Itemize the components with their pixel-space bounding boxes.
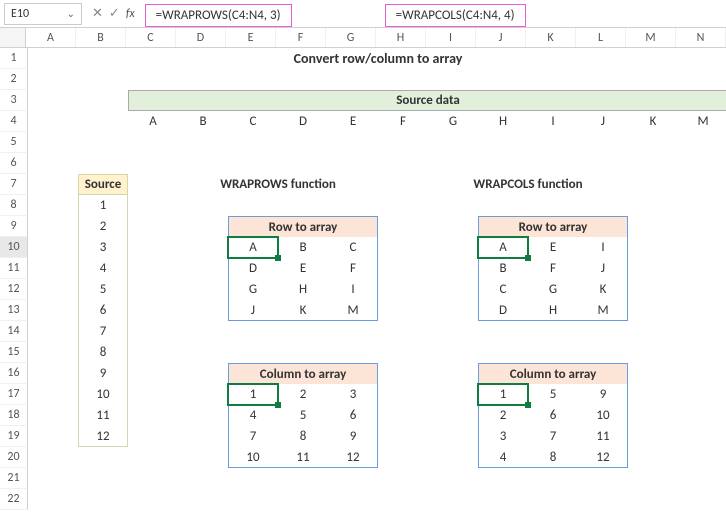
source-col-cell[interactable]: 11 — [78, 405, 128, 426]
row-header[interactable]: 20 — [0, 447, 28, 468]
row-header[interactable]: 13 — [0, 300, 28, 321]
source-col-cell[interactable]: 12 — [78, 426, 128, 447]
source-col-cell[interactable]: 7 — [78, 321, 128, 342]
name-box-value: E10 — [11, 7, 29, 21]
row-header[interactable]: 11 — [0, 258, 28, 279]
select-all-corner[interactable] — [0, 28, 26, 47]
source-row-cell[interactable]: I — [528, 111, 578, 132]
column-header[interactable]: E — [226, 28, 276, 47]
column-header[interactable]: I — [426, 28, 476, 47]
source-row-cell[interactable]: C — [228, 111, 278, 132]
sheet-area[interactable]: Convert row/column to array Source dataAB… — [28, 48, 726, 513]
active-cell[interactable] — [478, 384, 528, 405]
wrapcols-col-header: Column to array — [478, 363, 628, 384]
fx-icon[interactable]: fx — [126, 7, 135, 21]
spreadsheet-grid[interactable]: ABCDEFGHIJKLMN 1234567891011121314151617… — [0, 28, 726, 513]
row-header[interactable]: 5 — [0, 132, 28, 153]
column-header[interactable]: G — [326, 28, 376, 47]
source-row-cell[interactable]: F — [378, 111, 428, 132]
name-box[interactable]: E10 ⌄ — [4, 3, 82, 25]
row-header[interactable]: 21 — [0, 468, 28, 489]
row-header[interactable]: 22 — [0, 489, 28, 510]
row-header[interactable]: 9 — [0, 216, 28, 237]
row-header[interactable]: 7 — [0, 174, 28, 195]
source-col-header: Source — [78, 174, 128, 195]
source-col-cell[interactable]: 10 — [78, 384, 128, 405]
cancel-icon[interactable]: ✕ — [92, 6, 103, 21]
fill-handle[interactable] — [275, 255, 281, 261]
fill-handle[interactable] — [525, 255, 531, 261]
column-header[interactable]: K — [526, 28, 576, 47]
source-row-cell[interactable]: K — [628, 111, 678, 132]
column-header[interactable]: C — [126, 28, 176, 47]
column-header[interactable]: J — [476, 28, 526, 47]
column-header[interactable]: A — [26, 28, 76, 47]
row-header[interactable]: 19 — [0, 426, 28, 447]
source-row-cell[interactable]: A — [128, 111, 178, 132]
row-header[interactable]: 10 — [0, 237, 28, 258]
source-col-cell[interactable]: 4 — [78, 258, 128, 279]
row-header[interactable]: 16 — [0, 363, 28, 384]
fx-buttons: ✕ ✓ fx — [86, 6, 141, 21]
source-col-cell[interactable]: 9 — [78, 363, 128, 384]
formula-callout-2: =WRAPCOLS(C4:N4, 4) — [385, 4, 526, 27]
active-cell[interactable] — [478, 237, 528, 258]
source-row-cell[interactable]: B — [178, 111, 228, 132]
column-header[interactable]: M — [626, 28, 676, 47]
source-row-cell[interactable]: G — [428, 111, 478, 132]
source-col-cell[interactable]: 3 — [78, 237, 128, 258]
row-headers: 12345678910111213141516171819202122 — [0, 48, 28, 513]
source-row-cell[interactable]: D — [278, 111, 328, 132]
active-cell[interactable] — [228, 237, 278, 258]
source-row-cell[interactable]: H — [478, 111, 528, 132]
wraprows-col-header: Column to array — [228, 363, 378, 384]
row-header[interactable]: 6 — [0, 153, 28, 174]
source-data-header: Source data — [128, 90, 726, 111]
formula-input[interactable]: =WRAPROWS(C4:N4, 3) =WRAPCOLS(C4:N4, 4) — [145, 3, 722, 25]
wraprows-title: WRAPROWS function — [178, 174, 378, 195]
page-title: Convert row/column to array — [28, 48, 726, 69]
row-header[interactable]: 2 — [0, 69, 28, 90]
column-header[interactable]: B — [76, 28, 126, 47]
source-col-cell[interactable]: 2 — [78, 216, 128, 237]
column-header[interactable]: F — [276, 28, 326, 47]
row-header[interactable]: 17 — [0, 384, 28, 405]
row-header[interactable]: 1 — [0, 48, 28, 69]
column-header[interactable]: L — [576, 28, 626, 47]
row-header[interactable]: 3 — [0, 90, 28, 111]
chevron-down-icon[interactable]: ⌄ — [67, 7, 75, 20]
source-row-cell[interactable]: E — [328, 111, 378, 132]
wraprows-row-header: Row to array — [228, 216, 378, 237]
source-col-cell[interactable]: 5 — [78, 279, 128, 300]
source-col-cell[interactable]: 6 — [78, 300, 128, 321]
row-header[interactable]: 12 — [0, 279, 28, 300]
wrapcols-row-header: Row to array — [478, 216, 628, 237]
fill-handle[interactable] — [275, 402, 281, 408]
source-row-cell[interactable]: J — [578, 111, 628, 132]
fill-handle[interactable] — [525, 402, 531, 408]
formula-callout-1: =WRAPROWS(C4:N4, 3) — [145, 4, 292, 27]
row-header[interactable]: 8 — [0, 195, 28, 216]
column-header[interactable]: H — [376, 28, 426, 47]
column-header[interactable]: N — [676, 28, 726, 47]
active-cell[interactable] — [228, 384, 278, 405]
formula-bar: E10 ⌄ ✕ ✓ fx =WRAPROWS(C4:N4, 3) =WRAPCO… — [0, 0, 726, 28]
source-col-cell[interactable]: 8 — [78, 342, 128, 363]
row-header[interactable]: 14 — [0, 321, 28, 342]
accept-icon[interactable]: ✓ — [109, 6, 120, 21]
source-row-cell[interactable]: M — [678, 111, 726, 132]
row-header[interactable]: 18 — [0, 405, 28, 426]
column-headers: ABCDEFGHIJKLMN — [0, 28, 726, 48]
row-header[interactable]: 15 — [0, 342, 28, 363]
row-header[interactable]: 4 — [0, 111, 28, 132]
wrapcols-title: WRAPCOLS function — [428, 174, 628, 195]
source-col-cell[interactable]: 1 — [78, 195, 128, 216]
column-header[interactable]: D — [176, 28, 226, 47]
